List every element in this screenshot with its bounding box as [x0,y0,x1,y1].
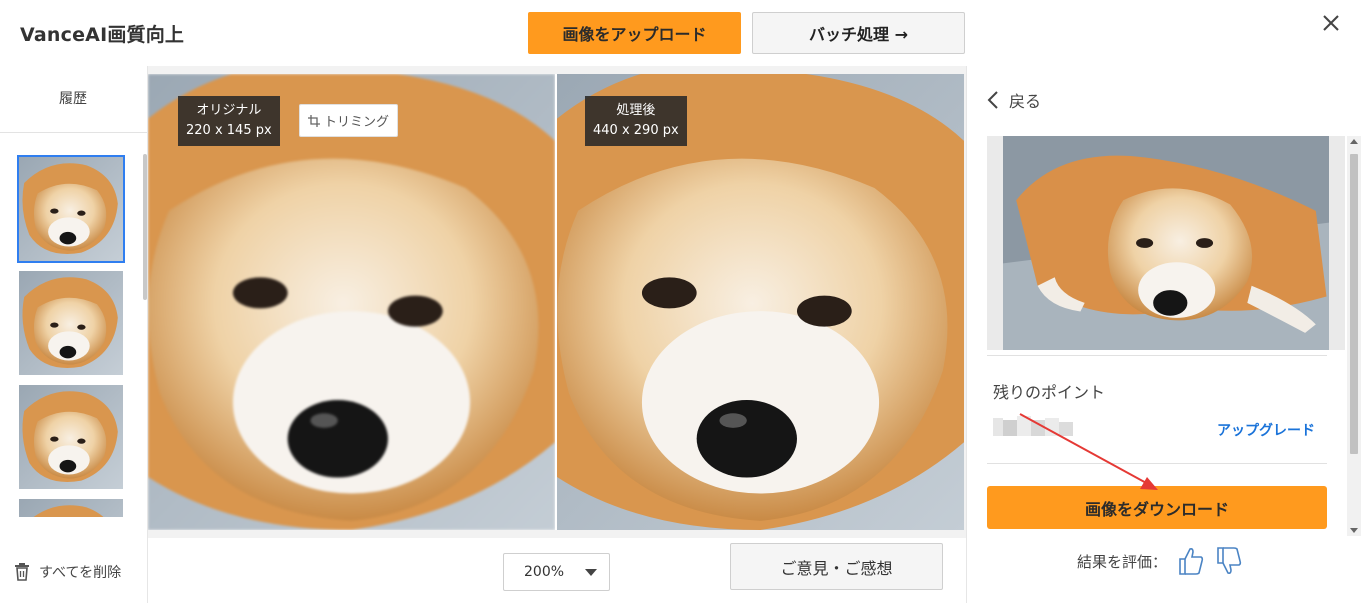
chevron-left-icon [987,91,998,109]
header: VanceAI画質向上 画像をアップロード バッチ処理 → [0,0,1366,66]
result-preview [987,136,1345,350]
divider [987,355,1327,356]
download-image-button[interactable]: 画像をダウンロード [987,486,1327,529]
compare-viewer: オリジナル 220 x 145 px トリミング 処理後 440 x 290 p… [148,66,966,603]
original-label: オリジナル [196,103,262,118]
feedback-button[interactable]: ご意見・ご感想 [730,543,943,590]
dog-thumbnail-image [19,271,123,375]
close-icon[interactable] [1318,10,1344,36]
trash-icon [15,563,29,581]
divider [987,463,1327,464]
zoom-value: 200% [524,564,565,580]
batch-process-button[interactable]: バッチ処理 → [752,12,965,54]
result-panel: 戻る 残りのポイント アップグレード 画像をダウンロード 結果を評価： [966,66,1366,603]
processed-label: 処理後 [616,103,656,118]
thumbs-up-icon[interactable] [1177,546,1205,576]
rate-result: 結果を評価： [1077,546,1243,576]
back-button[interactable]: 戻る [987,88,1041,112]
history-sidebar: 履歴 すべてを削除 [0,66,148,603]
result-preview-image [1003,136,1329,350]
delete-all-label: すべてを削除 [39,565,122,581]
scrollbar-thumb[interactable] [1350,154,1358,454]
zoom-select[interactable]: 200% [503,553,610,591]
delete-all-button[interactable]: すべてを削除 [14,562,121,582]
scroll-down-icon[interactable] [1350,528,1358,533]
chevron-down-icon [585,569,597,576]
history-thumbnail[interactable] [19,271,123,375]
trim-label: トリミング [324,115,390,130]
compare-toolbar: 200% ご意見・ご感想 [148,538,966,603]
crop-icon [308,114,320,127]
dog-thumbnail-image [19,157,123,261]
remaining-points-label: 残りのポイント [993,383,1106,402]
history-thumbnail[interactable] [19,499,123,517]
result-panel-scrollbar[interactable] [1347,136,1361,536]
trim-button[interactable]: トリミング [299,104,399,137]
scroll-up-icon[interactable] [1350,139,1358,144]
dog-preview-image [1003,136,1329,350]
processed-size: 440 x 290 px [593,123,679,138]
thumbs-down-icon[interactable] [1215,546,1243,576]
history-divider [0,132,147,133]
processed-tag: 処理後 440 x 290 px [585,96,687,146]
upgrade-link[interactable]: アップグレード [1217,420,1315,440]
back-label: 戻る [1009,92,1042,111]
original-size: 220 x 145 px [186,123,272,138]
original-tag: オリジナル 220 x 145 px [178,96,280,146]
history-thumbnail[interactable] [17,155,125,263]
app-title: VanceAI画質向上 [20,24,185,46]
processed-image-pane[interactable]: 処理後 440 x 290 px [557,74,964,530]
dog-thumbnail-image [19,499,123,517]
history-thumbnail[interactable] [19,385,123,489]
remaining-points-value [993,416,1073,436]
upload-image-button[interactable]: 画像をアップロード [528,12,741,54]
history-scrollbar[interactable] [143,154,147,300]
dog-thumbnail-image [19,385,123,489]
original-image-pane[interactable]: オリジナル 220 x 145 px トリミング [148,74,555,530]
rate-label: 結果を評価： [1077,552,1168,571]
history-label: 履歴 [59,91,87,107]
